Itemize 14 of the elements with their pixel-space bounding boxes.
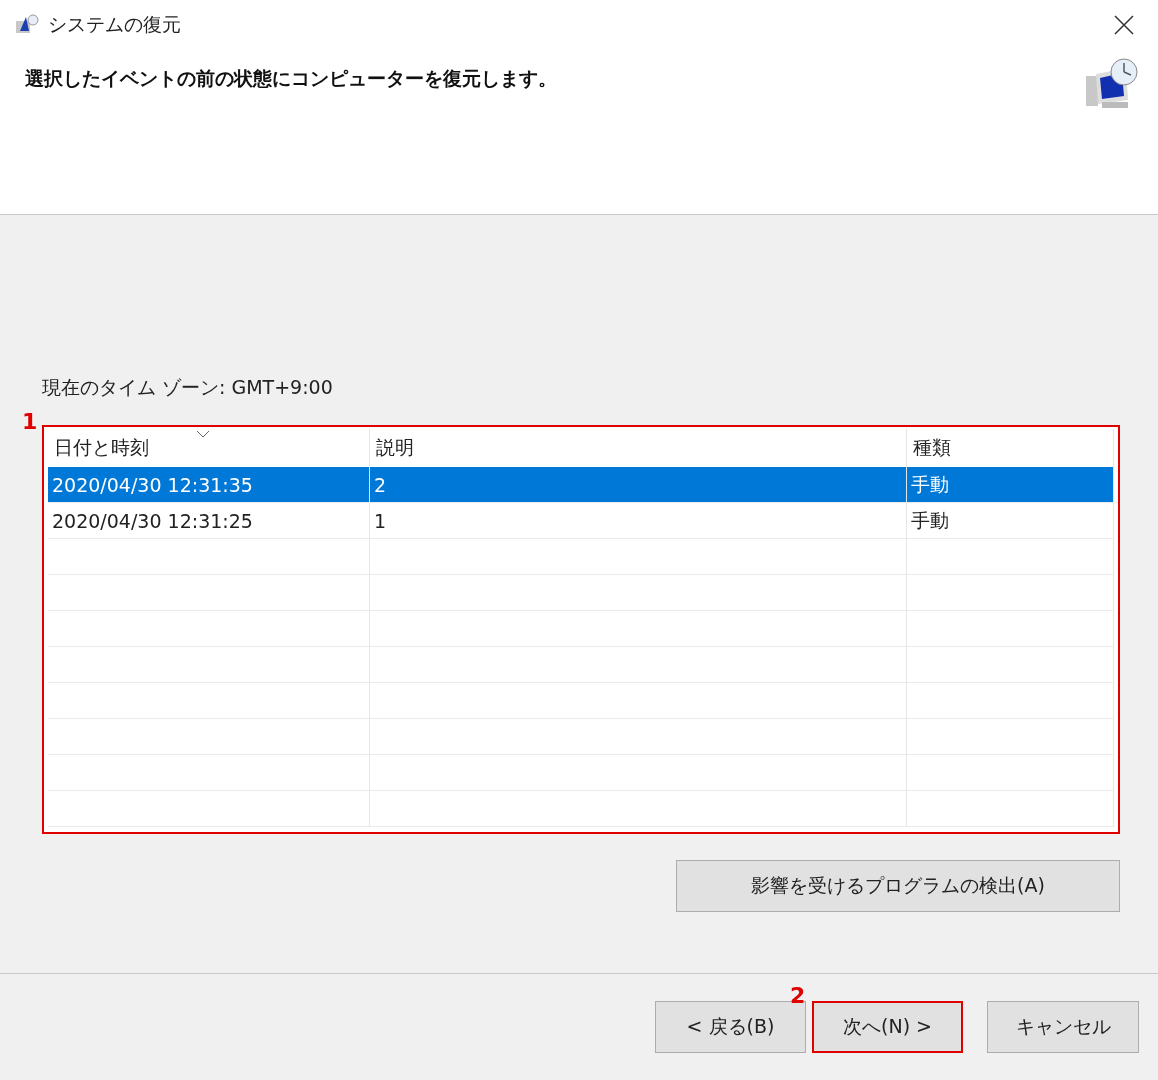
annotation-number: 1 (22, 409, 38, 434)
detect-programs-button[interactable]: 影響を受けるプログラムの検出(A) (676, 860, 1120, 912)
table-cell[interactable]: 2020/04/30 12:31:35 (48, 467, 370, 503)
wizard-button[interactable]: キャンセル (987, 1001, 1139, 1053)
table-cell[interactable]: 1 (370, 503, 907, 539)
timezone-label: 現在のタイム ゾーン: GMT+9:00 (42, 375, 334, 400)
wizard-button[interactable]: 次へ(N) > (812, 1001, 963, 1053)
close-icon (1114, 15, 1134, 35)
table-cell[interactable]: 2020/04/30 12:31:25 (48, 503, 370, 539)
window-title: システムの復元 (48, 12, 182, 37)
table-cell[interactable]: 2 (370, 467, 907, 503)
table-cell[interactable]: 手動 (907, 503, 1114, 539)
page-heading: 選択したイベントの前の状態にコンピューターを復元します。 (25, 66, 557, 91)
table-cell[interactable]: 手動 (907, 467, 1114, 503)
